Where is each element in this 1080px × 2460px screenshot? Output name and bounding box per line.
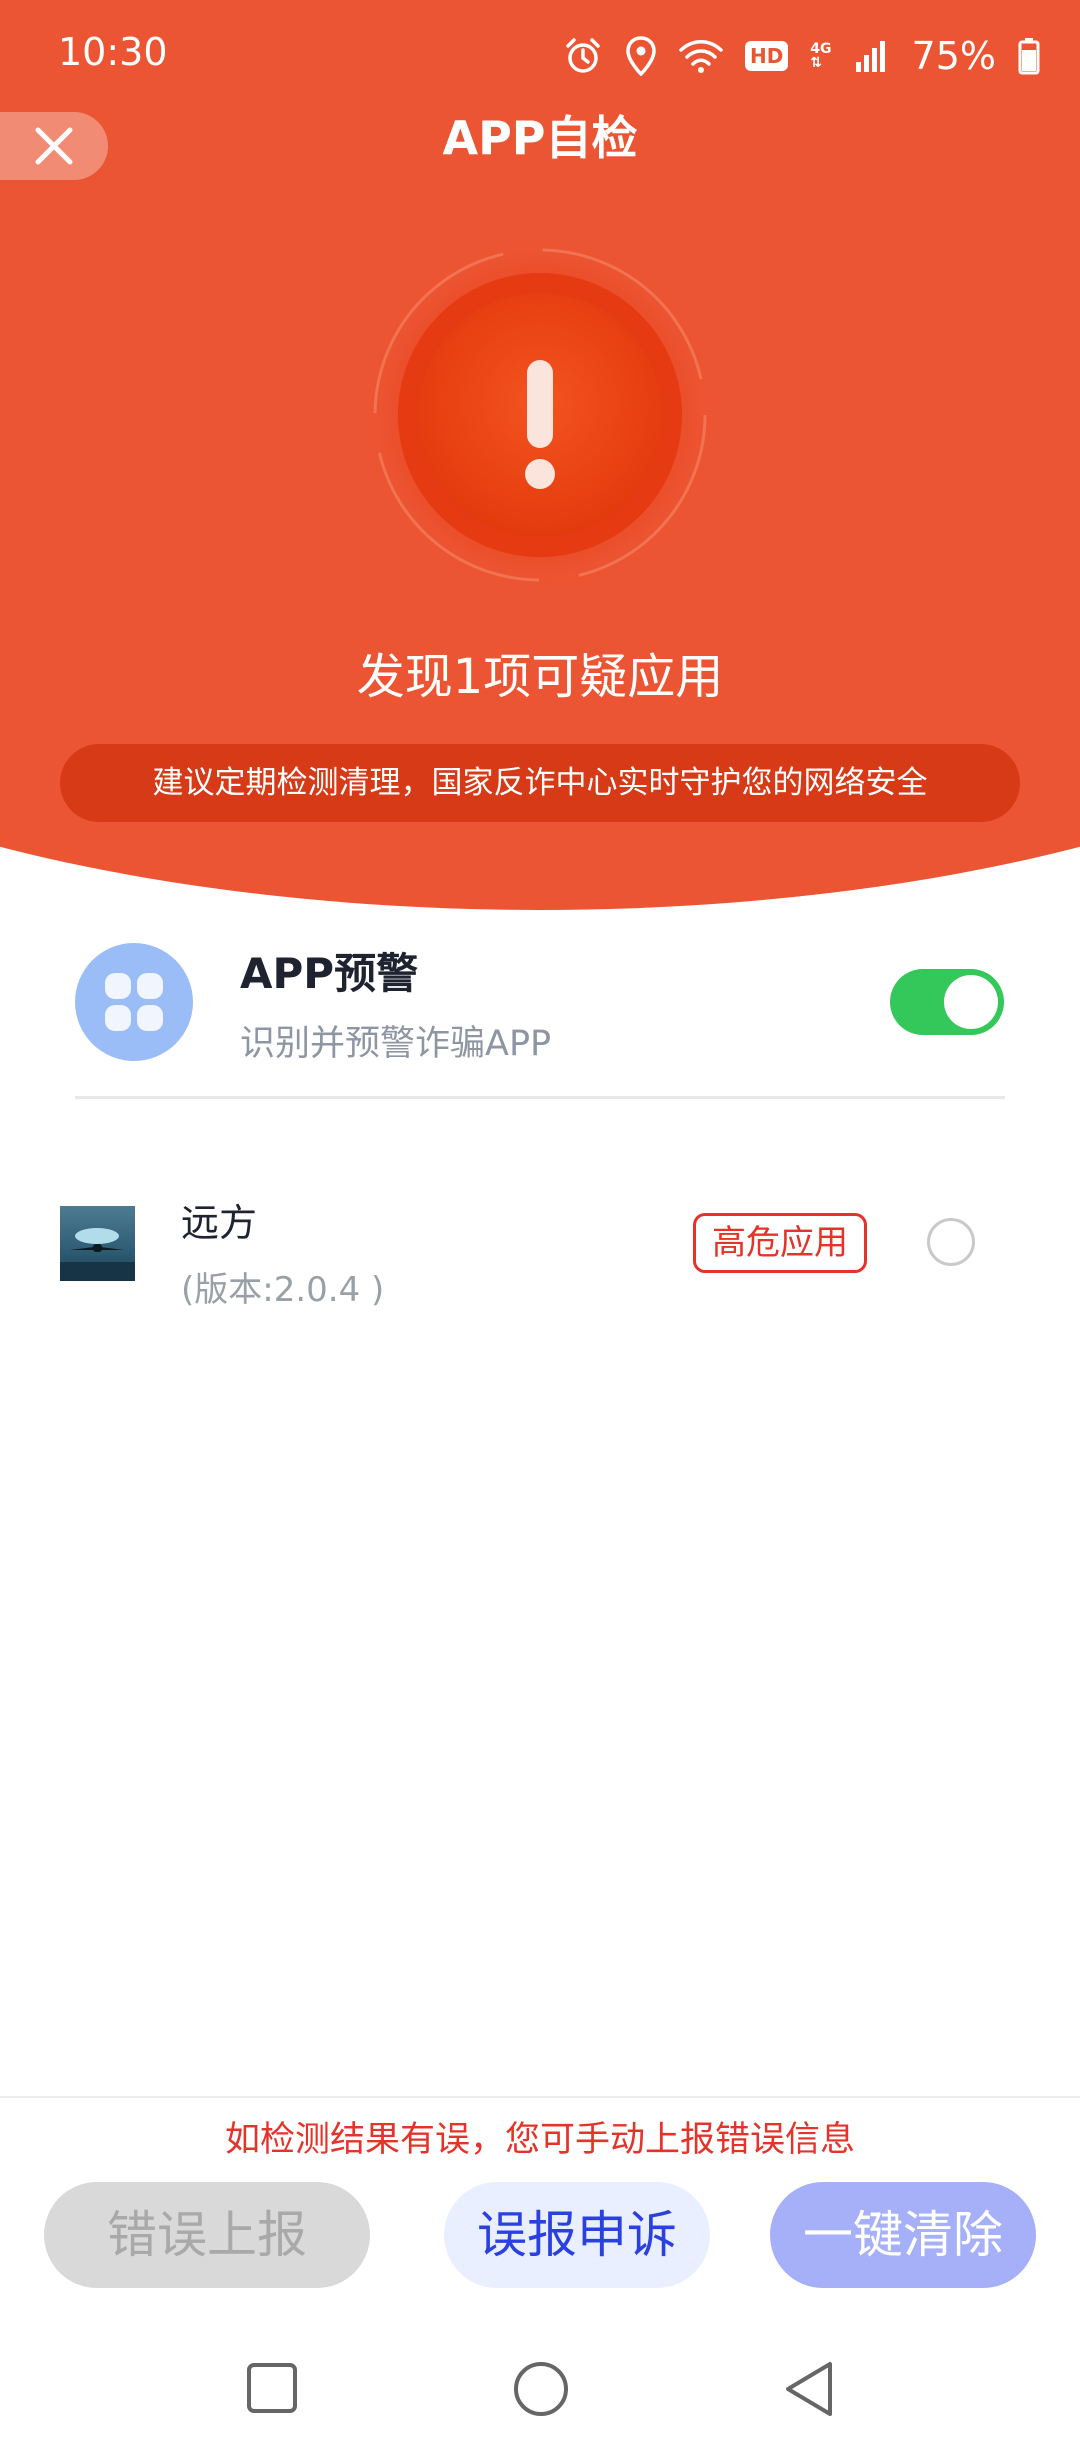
network-type: 4G ⇅ [810, 42, 831, 70]
alarm-icon [566, 38, 600, 73]
home-button[interactable] [512, 2360, 570, 2418]
app-version: (版本:2.0.4 ) [181, 1270, 385, 1310]
status-icons: HD 4G ⇅ 75% [563, 30, 1040, 82]
appeal-button[interactable]: 误报申诉 [444, 2182, 710, 2288]
battery-icon [1018, 38, 1040, 75]
warning-icon [360, 235, 720, 595]
signal-icon [855, 41, 885, 72]
status-bar: 10:30 HD 4G ⇅ 75% [0, 0, 1080, 116]
app-airplane-icon [60, 1206, 135, 1281]
page-title: APP自检 [442, 111, 638, 165]
status-time: 10:30 [58, 30, 168, 74]
navigation-bar [0, 2340, 1080, 2440]
select-radio[interactable] [927, 1218, 975, 1266]
screen: 10:30 HD 4G ⇅ 75% APP自检 发现1项可疑应用 建议定期检测清… [0, 0, 1080, 2460]
clear-all-button[interactable]: 一键清除 [770, 2182, 1036, 2288]
app-name: 远方 [181, 1201, 258, 1245]
battery-percent: 75% [911, 34, 996, 78]
result-title: 发现1项可疑应用 [356, 649, 724, 705]
hd-badge: HD [744, 41, 789, 71]
safety-tip: 建议定期检测清理，国家反诈中心实时守护您的网络安全 [60, 744, 1020, 822]
network-activity: ⇅ [810, 55, 823, 71]
feature-title: APP预警 [240, 949, 419, 998]
location-icon [626, 36, 656, 76]
error-report-button[interactable]: 错误上报 [44, 2182, 370, 2288]
divider [75, 1096, 1005, 1099]
app-warning-toggle[interactable] [890, 969, 1004, 1035]
bottom-divider [0, 2096, 1080, 2098]
app-grid-icon [75, 943, 193, 1061]
toggle-knob [944, 975, 998, 1029]
back-button[interactable] [782, 2360, 836, 2418]
network-type-label: 4G [810, 41, 832, 57]
feature-subtitle: 识别并预警诈骗APP [240, 1024, 552, 1064]
recent-apps-button[interactable] [244, 2360, 300, 2416]
risk-badge: 高危应用 [693, 1213, 867, 1273]
error-report-hint: 如检测结果有误，您可手动上报错误信息 [224, 2120, 855, 2160]
wifi-icon [679, 40, 723, 73]
